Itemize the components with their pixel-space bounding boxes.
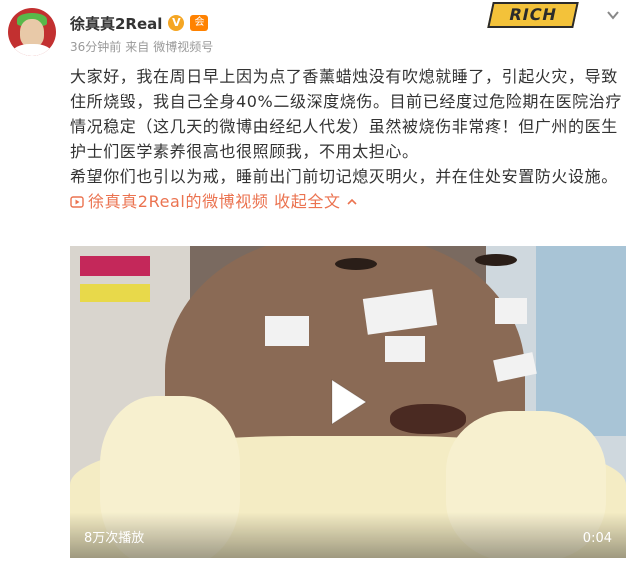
video-duration: 0:04: [582, 531, 612, 546]
video-eye-right: [475, 254, 517, 266]
author-row: 徐真真2Real V 会: [70, 12, 209, 34]
collapse-chevron-icon[interactable]: [346, 196, 358, 208]
chevron-down-icon[interactable]: [606, 8, 620, 22]
video-sign-yellow: [80, 284, 150, 302]
post-time[interactable]: 36分钟前: [70, 38, 121, 55]
inline-links: 徐真真2Real的微博视频 收起全文: [70, 192, 358, 211]
avatar-shirt: [12, 44, 52, 56]
video-mouth: [390, 404, 466, 434]
post-body: 大家好，我在周日早上因为点了香薰蜡烛没有吹熄就睡了，引起火灾，导致住所烧毁，我自…: [70, 64, 630, 214]
video-eye-left: [335, 258, 377, 270]
bandage: [362, 289, 438, 335]
bandage: [385, 336, 425, 362]
source-link[interactable]: 微博视频号: [153, 38, 213, 55]
post-paragraph-2-text: 希望你们也引以为戒，睡前出门前切记熄灭明火，并在住处安置防火设施。: [70, 167, 618, 186]
post-paragraph-2: 希望你们也引以为戒，睡前出门前切记熄灭明火，并在住处安置防火设施。 徐真真2Re…: [70, 164, 630, 214]
video-link-icon: [70, 196, 84, 208]
post-meta: 36分钟前 来自 微博视频号: [70, 38, 213, 55]
video-sign: [80, 256, 150, 276]
video-overlay-gradient: [70, 512, 626, 558]
bandage: [495, 298, 527, 324]
view-count: 8万次播放: [84, 531, 145, 546]
bandage: [265, 316, 309, 346]
rich-logo: RICH: [487, 2, 579, 28]
avatar-face: [20, 19, 44, 47]
collapse-link[interactable]: 收起全文: [274, 192, 340, 211]
source-prefix: 来自: [125, 40, 150, 54]
post-paragraph-1: 大家好，我在周日早上因为点了香薰蜡烛没有吹熄就睡了，引起火灾，导致住所烧毁，我自…: [70, 67, 622, 161]
author-name[interactable]: 徐真真2Real: [70, 13, 162, 34]
avatar[interactable]: [8, 8, 56, 56]
member-badge-icon[interactable]: 会: [190, 15, 209, 31]
video-link-label: 徐真真2Real的微博视频: [88, 192, 269, 211]
verified-badge-icon[interactable]: V: [168, 15, 185, 31]
play-button-icon[interactable]: [328, 378, 368, 426]
video-link[interactable]: 徐真真2Real的微博视频: [70, 192, 274, 211]
video-player[interactable]: 8万次播放 0:04: [70, 246, 626, 558]
video-curtain: [536, 246, 626, 436]
